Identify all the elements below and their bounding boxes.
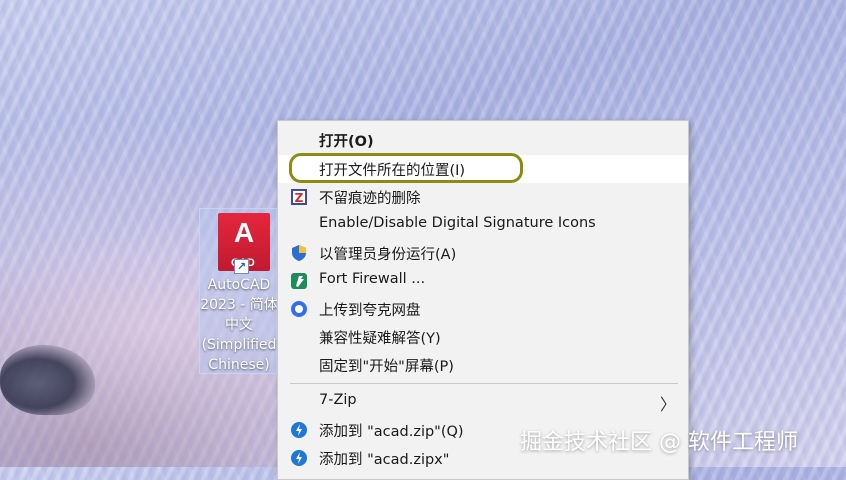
watermark-text: 掘金技术社区 @ 软件工程师: [520, 430, 798, 455]
autocad-app-icon: A CAD ↗: [218, 213, 270, 274]
menu-item-7zip[interactable]: 7-Zip 〉: [278, 388, 688, 416]
menu-separator: [290, 383, 678, 384]
menu-item-secure-delete[interactable]: Z 不留痕迹的删除: [278, 183, 688, 211]
bandizip-icon: [290, 421, 308, 439]
quark-cloud-icon: [290, 300, 308, 318]
menu-item-open[interactable]: 打开(O): [278, 126, 688, 154]
winrar-z-icon: Z: [290, 188, 308, 206]
desktop-shortcut-autocad[interactable]: A CAD ↗ AutoCAD 2023 - 简体 中文 (Simplified…: [199, 208, 278, 374]
shortcut-arrow-icon: ↗: [234, 259, 249, 274]
menu-item-run-as-admin[interactable]: 以管理员身份运行(A): [278, 239, 688, 267]
uac-shield-icon: [290, 244, 308, 262]
svg-text:Z: Z: [295, 191, 304, 205]
chevron-right-icon: 〉: [659, 395, 676, 414]
menu-item-open-file-location[interactable]: 打开文件所在的位置(I): [278, 155, 688, 183]
menu-item-pin-to-start[interactable]: 固定到"开始"屏幕(P): [278, 351, 688, 379]
menu-item-fort-firewall[interactable]: Fort Firewall ...: [278, 267, 688, 295]
desktop-icon-label: AutoCAD 2023 - 简体 中文 (Simplified Chinese…: [200, 277, 278, 373]
menu-item-digital-signature-icons[interactable]: Enable/Disable Digital Signature Icons: [278, 211, 688, 239]
bandizip-icon: [290, 449, 308, 467]
fort-firewall-icon: [290, 272, 308, 290]
menu-item-upload-quark[interactable]: 上传到夸克网盘: [278, 295, 688, 323]
wallpaper-eye: [0, 345, 95, 415]
menu-item-compat-troubleshoot[interactable]: 兼容性疑难解答(Y): [278, 323, 688, 351]
